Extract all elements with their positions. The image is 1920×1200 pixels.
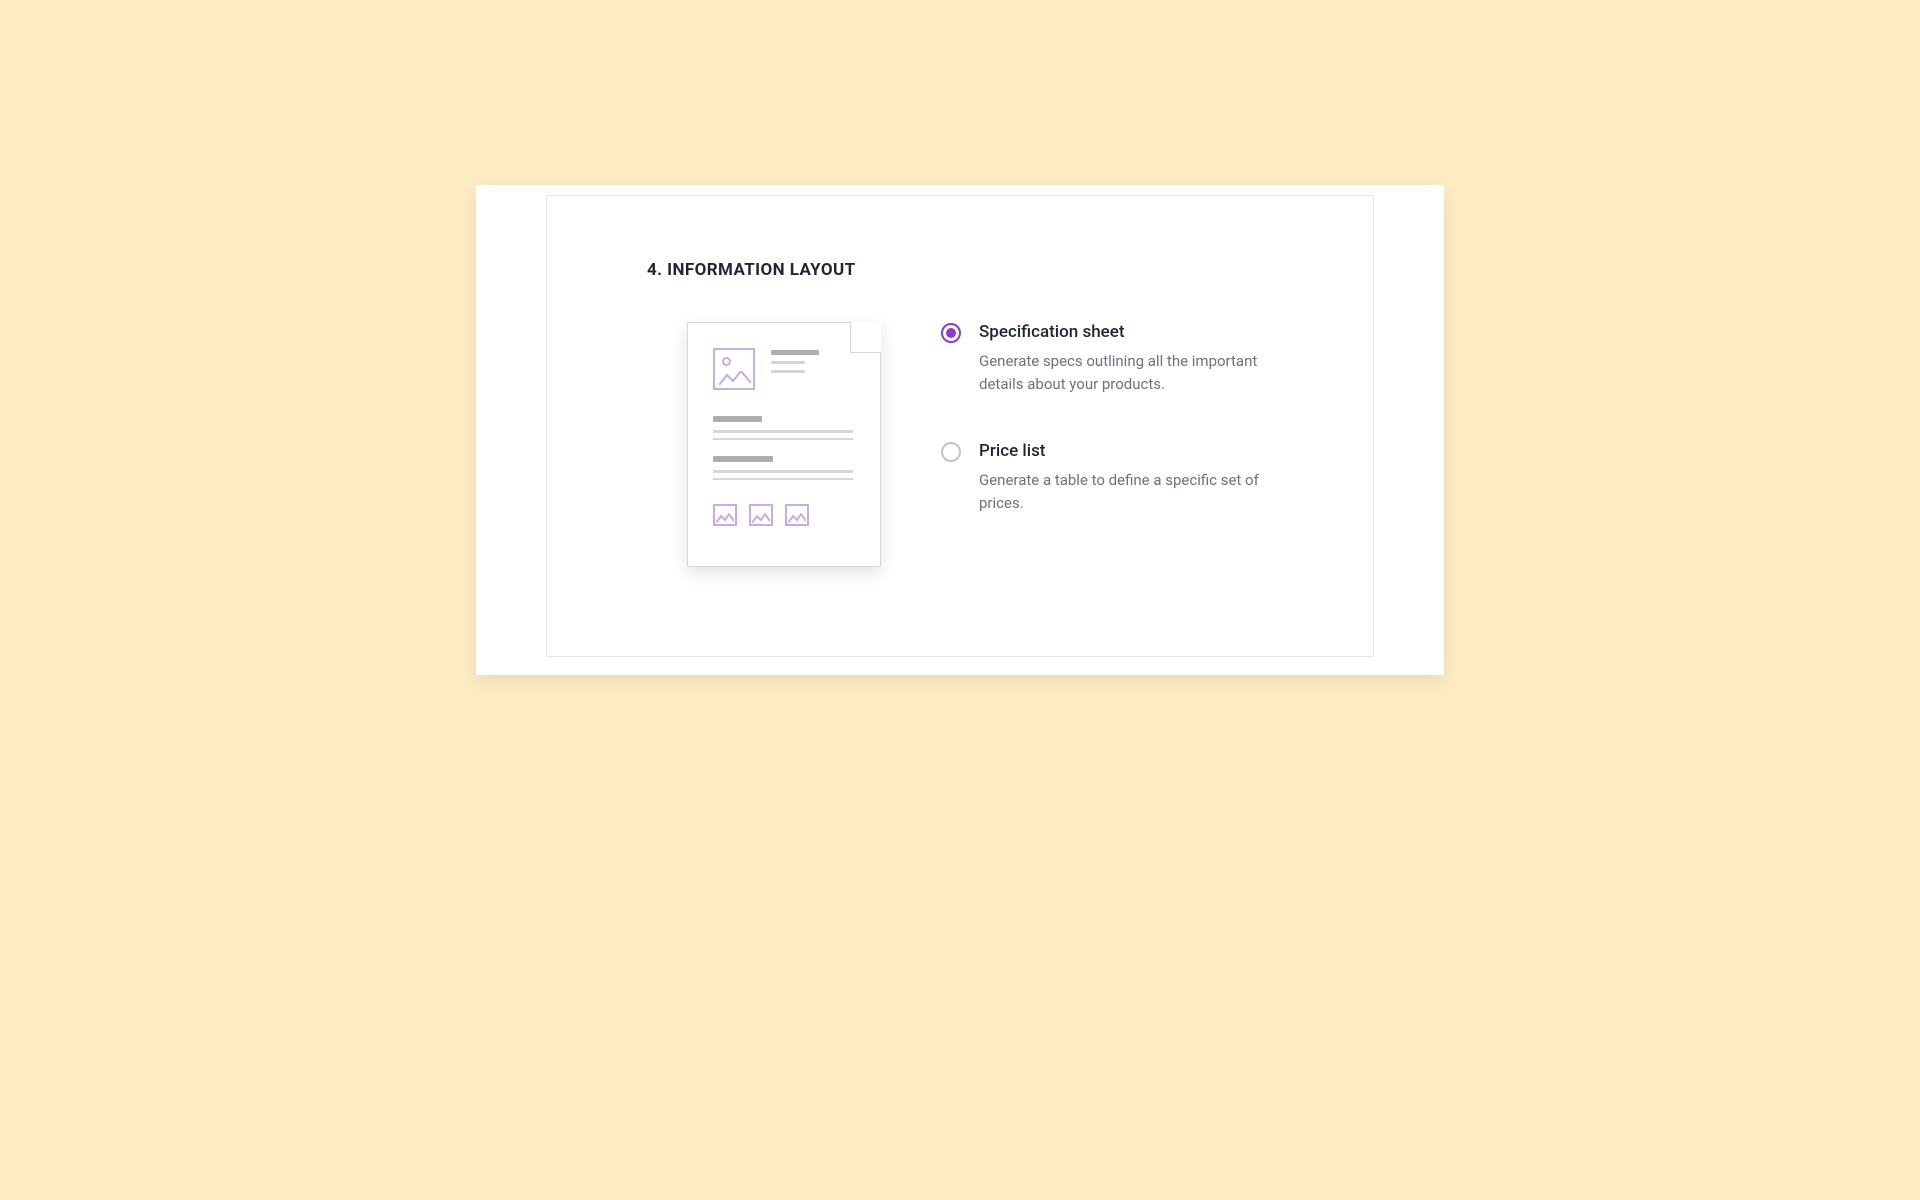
option-specification-sheet[interactable]: Specification sheet Generate specs outli… <box>941 322 1271 395</box>
preview-inner <box>713 348 860 548</box>
section-title: 4. INFORMATION LAYOUT <box>647 260 1273 280</box>
option-description: Generate specs outlining all the importa… <box>979 350 1271 395</box>
option-description: Generate a table to define a specific se… <box>979 469 1271 514</box>
radio-price-list[interactable] <box>941 442 961 462</box>
preview-section-2 <box>713 456 860 480</box>
preview-thumbnails <box>713 504 860 526</box>
section-content: Specification sheet Generate specs outli… <box>647 322 1273 567</box>
settings-panel: 4. INFORMATION LAYOUT <box>476 185 1444 675</box>
preview-title-lines <box>771 348 819 373</box>
option-label: Price list <box>979 441 1271 461</box>
layout-options: Specification sheet Generate specs outli… <box>941 322 1271 560</box>
step-card: 4. INFORMATION LAYOUT <box>546 195 1374 657</box>
layout-preview <box>687 322 881 567</box>
preview-image-icon <box>713 348 755 390</box>
option-price-list[interactable]: Price list Generate a table to define a … <box>941 441 1271 514</box>
radio-specification-sheet[interactable] <box>941 323 961 343</box>
preview-thumb-icon <box>713 504 737 526</box>
option-label: Specification sheet <box>979 322 1271 342</box>
preview-thumb-icon <box>785 504 809 526</box>
preview-header-row <box>713 348 860 390</box>
preview-section-1 <box>713 416 860 440</box>
preview-thumb-icon <box>749 504 773 526</box>
